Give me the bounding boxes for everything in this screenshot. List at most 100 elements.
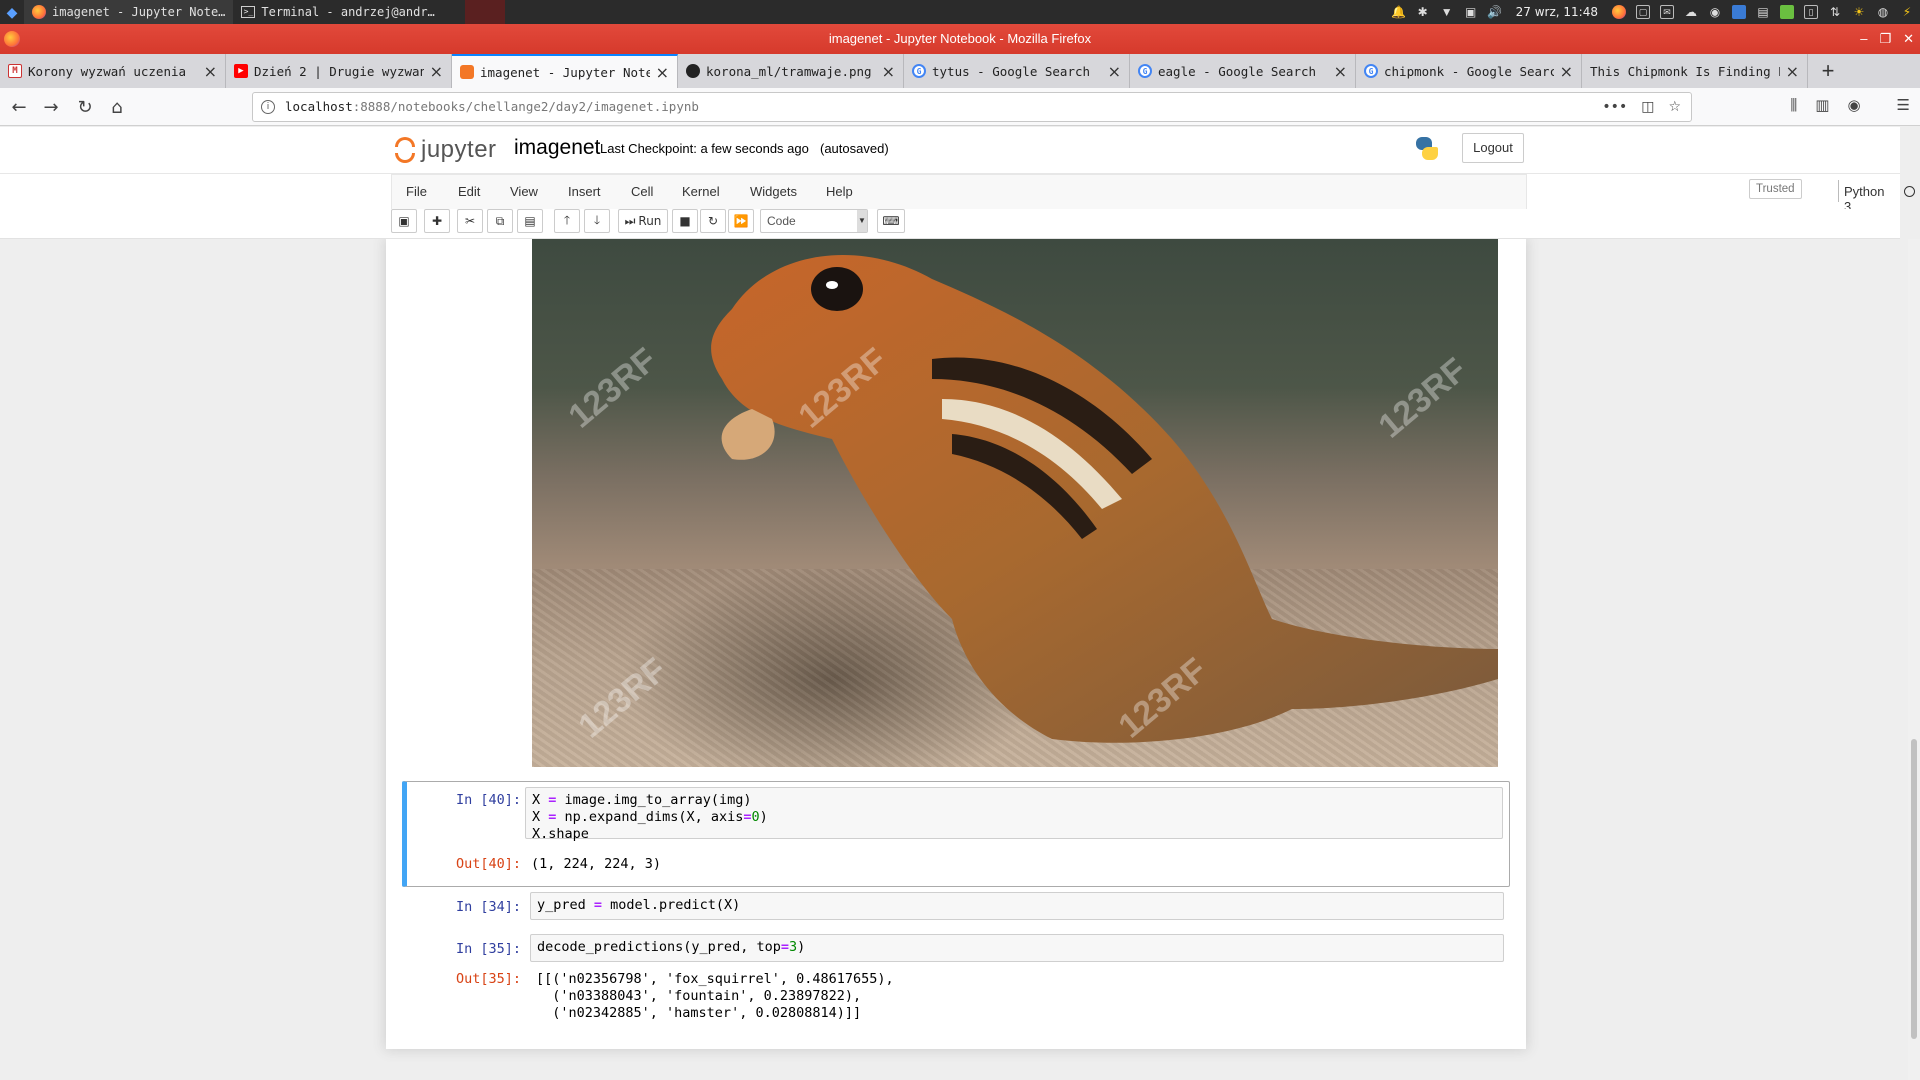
clipboard-icon[interactable]: ▣ [1464,5,1478,19]
run-button[interactable]: ⏭ Run [618,209,668,233]
drive-icon[interactable]: ▤ [1756,5,1770,19]
browser-tray-icon[interactable]: ◍ [1876,5,1890,19]
close-tab-icon[interactable]: × [1786,62,1799,81]
move-up-button[interactable]: 🡑 [554,209,580,233]
menu-insert[interactable]: Insert [568,184,601,199]
notebook-area[interactable]: 123RF 123RF 123RF 123RF 123RF In [40]: X… [0,239,1900,1080]
close-tab-icon[interactable]: × [656,63,669,82]
command-palette-button[interactable]: ⌨ [877,209,905,233]
sidebar-icon[interactable]: ▥ [1815,96,1829,114]
notebook-name[interactable]: imagenet [514,136,600,160]
library-icon[interactable]: ⫼ [1790,96,1797,114]
cloud-icon[interactable]: ☁ [1684,5,1698,19]
checkpoint-status: Last Checkpoint: a few seconds ago [600,141,809,156]
restart-run-all-button[interactable]: ⏩ [728,209,754,233]
bluetooth-icon[interactable]: ✱ [1416,5,1430,19]
tab-title: eagle - Google Search [1158,63,1317,79]
fast-forward-icon: ⏩ [733,214,749,228]
chrome-icon[interactable]: ◉ [1708,5,1722,19]
mail-tray-icon[interactable]: ✉ [1660,5,1674,19]
home-icon[interactable]: ⌂ [106,96,128,118]
close-tab-icon[interactable]: × [1108,62,1121,81]
code-input[interactable]: X = image.img_to_array(img) X = np.expan… [525,787,1503,842]
url-text[interactable]: localhost:8888/notebooks/chellange2/day2… [285,93,699,121]
close-window-icon[interactable]: ✕ [1903,24,1914,54]
close-tab-icon[interactable]: × [1560,62,1573,81]
menu-widgets[interactable]: Widgets [750,184,797,199]
reload-icon[interactable]: ↻ [74,96,96,118]
menu-cell[interactable]: Cell [631,184,653,199]
scrollbar-thumb[interactable] [1911,739,1917,1039]
tab-google-tytus[interactable]: G tytus - Google Search × [904,54,1130,88]
taskbar-item-terminal[interactable]: >_ Terminal - andrzej@andr… [233,0,442,24]
wifi-icon[interactable]: ▼ [1440,5,1454,19]
tab-title: This Chipmonk Is Finding P [1590,63,1780,79]
tab-jupyter[interactable]: imagenet - Jupyter Note × [452,54,678,88]
back-arrow-icon[interactable]: ← [8,96,30,118]
menu-edit[interactable]: Edit [458,184,480,199]
trusted-badge[interactable]: Trusted [1749,179,1802,199]
code-input[interactable]: decode_predictions(y_pred, top=3) [530,934,1504,962]
run-label: Run [638,214,662,228]
logout-button[interactable]: Logout [1462,133,1524,163]
restart-button[interactable]: ↻ [700,209,726,233]
tab-github[interactable]: korona_ml/tramwaje.png × [678,54,904,88]
menu-file[interactable]: File [406,184,427,199]
tab-gmail[interactable]: M Korony wyzwań uczenia × [0,54,226,88]
maximize-icon[interactable]: ❐ [1879,24,1891,54]
jupyter-logo[interactable]: jupyter [393,133,497,167]
taskbar-item-firefox[interactable]: imagenet - Jupyter Note… [24,0,234,24]
copy-cell-button[interactable]: ⧉ [487,209,513,233]
move-down-button[interactable]: 🡓 [584,209,610,233]
power-icon[interactable]: ⚡ [1900,5,1914,19]
spreadsheet-tray-icon[interactable] [1780,5,1794,19]
close-tab-icon[interactable]: × [430,62,443,81]
insert-cell-button[interactable]: ✚ [424,209,450,233]
document-tray-icon[interactable]: ▯ [1804,5,1818,19]
code-cell[interactable]: In [35]: decode_predictions(y_pred, top=… [402,932,1510,1032]
save-button[interactable]: ▣ [391,209,417,233]
close-tab-icon[interactable]: × [204,62,217,81]
app-menu-icon[interactable]: ◆ [0,0,24,24]
code-cell[interactable]: In [34]: y_pred = model.predict(X) [402,890,1510,924]
code-cell[interactable]: In [40]: X = image.img_to_array(img) X =… [402,781,1510,887]
menu-help[interactable]: Help [826,184,853,199]
bookmark-star-icon[interactable]: ☆ [1668,93,1681,121]
tab-google-chipmonk[interactable]: G chipmonk - Google Search × [1356,54,1582,88]
firefox-icon [32,5,46,19]
app-tray-icon[interactable] [1732,5,1746,19]
minimize-icon[interactable]: – [1860,24,1867,54]
weather-icon[interactable]: ☀ [1852,5,1866,19]
clock[interactable]: 27 wrz, 11:48 [1516,5,1598,19]
cell-type-select[interactable]: Code ▼ [760,209,868,233]
account-icon[interactable]: ◉ [1847,96,1860,114]
tab-title: chipmonk - Google Search [1384,63,1554,79]
network-icon[interactable]: ⇅ [1828,5,1842,19]
page-actions-icon[interactable]: ••• [1602,93,1627,121]
pocket-icon[interactable]: ◫ [1641,93,1654,121]
close-tab-icon[interactable]: × [1334,62,1347,81]
menu-kernel[interactable]: Kernel [682,184,720,199]
volume-icon[interactable]: 🔊 [1487,5,1502,19]
jupyter-logo-text: jupyter [421,136,497,163]
forward-arrow-icon[interactable]: → [40,96,62,118]
google-icon: G [1364,64,1378,78]
address-bar[interactable]: i localhost:8888/notebooks/chellange2/da… [252,92,1692,122]
hamburger-menu-icon[interactable]: ☰ [1897,96,1910,114]
screenshot-icon[interactable]: ▢ [1636,5,1650,19]
tab-google-eagle[interactable]: G eagle - Google Search × [1130,54,1356,88]
cut-cell-button[interactable]: ✂ [457,209,483,233]
menu-view[interactable]: View [510,184,538,199]
page-scrollbar[interactable] [1908,239,1920,1080]
firefox-tray-icon[interactable] [1612,5,1626,19]
interrupt-button[interactable]: ■ [672,209,698,233]
site-info-icon[interactable]: i [261,100,275,114]
notification-bell-icon[interactable]: 🔔 [1391,5,1406,19]
tab-youtube[interactable]: ▶ Dzień 2 | Drugie wyzwan × [226,54,452,88]
tab-chipmonk-article[interactable]: This Chipmonk Is Finding P × [1582,54,1808,88]
stop-icon: ■ [679,214,691,228]
close-tab-icon[interactable]: × [882,62,895,81]
paste-cell-button[interactable]: ▤ [517,209,543,233]
new-tab-icon[interactable]: + [1808,54,1848,88]
code-input[interactable]: y_pred = model.predict(X) [530,892,1504,920]
